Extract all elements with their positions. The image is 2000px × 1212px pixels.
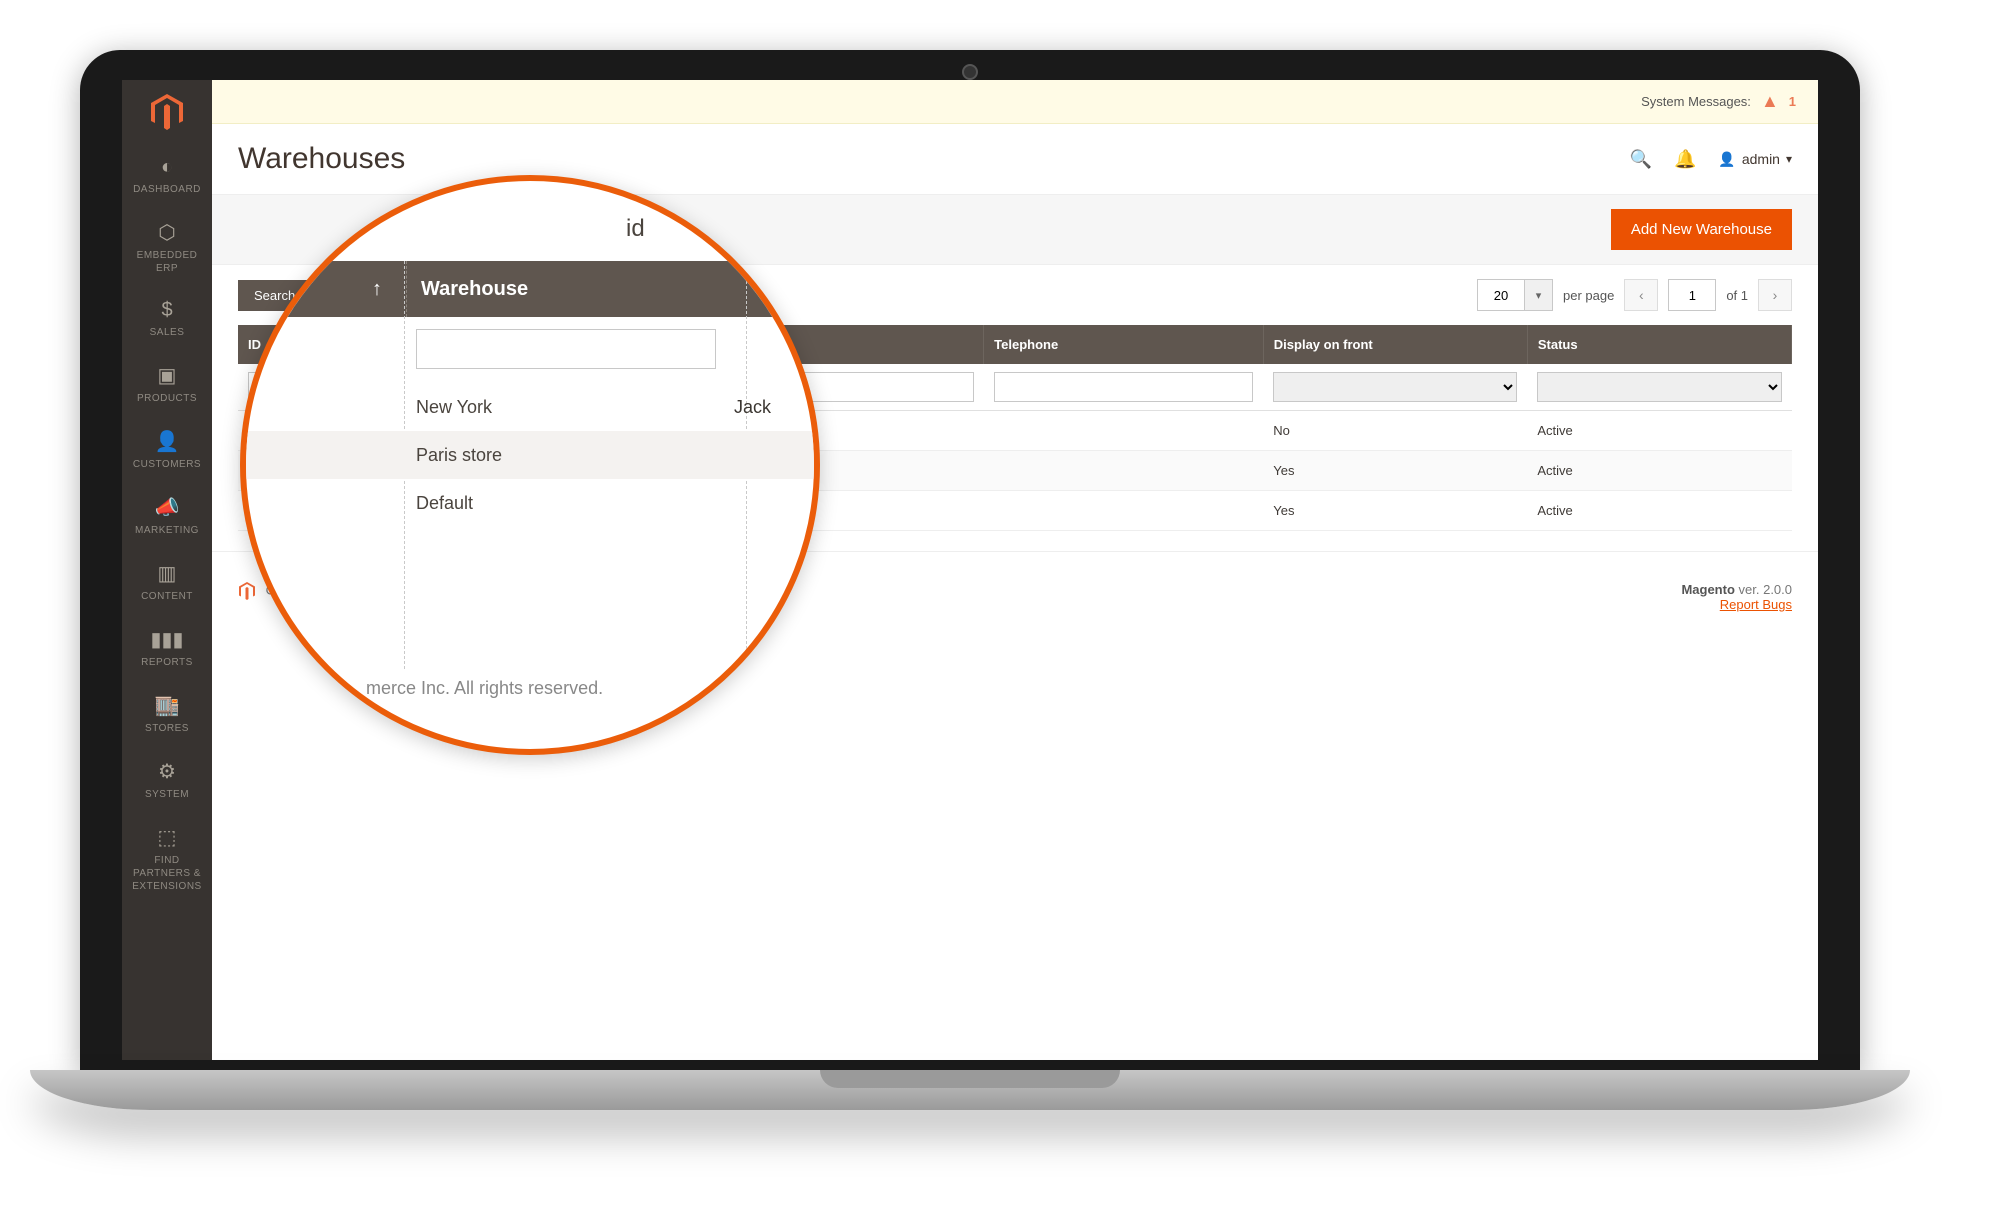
magnifier-lens: id ↑ Warehouse New YorkJack Paris store … <box>240 175 820 755</box>
lens-rows: New YorkJack Paris store Default <box>246 383 814 527</box>
cell-status: Active <box>1527 491 1791 531</box>
cell-status: Active <box>1527 451 1791 491</box>
lens-header: ↑ Warehouse <box>246 261 814 317</box>
camera-icon <box>962 64 978 80</box>
add-warehouse-button[interactable]: Add New Warehouse <box>1611 209 1792 250</box>
megaphone-icon: 📣 <box>126 495 208 520</box>
user-menu[interactable]: 👤 admin ▾ <box>1718 151 1792 168</box>
chevron-down-icon[interactable]: ▾ <box>1525 279 1553 311</box>
cell-telephone <box>984 451 1264 491</box>
system-messages-label: System Messages: <box>1641 94 1751 109</box>
lens-row[interactable]: New YorkJack <box>246 383 814 431</box>
cell-telephone <box>984 491 1264 531</box>
hex-icon: ⬡ <box>126 220 208 245</box>
footer-right: Magento ver. 2.0.0 Report Bugs <box>1681 582 1792 612</box>
header-actions: 🔍 🔔 👤 admin ▾ <box>1630 149 1792 170</box>
col-status[interactable]: Status <box>1527 325 1791 364</box>
sidebar-item-customers[interactable]: 👤 CUSTOMERS <box>122 417 212 483</box>
sidebar-item-label: FIND PARTNERS & EXTENSIONS <box>132 855 201 892</box>
filter-status-select[interactable] <box>1537 372 1781 402</box>
page-title: Warehouses <box>238 142 405 176</box>
sidebar-item-label: REPORTS <box>141 657 193 668</box>
col-telephone[interactable]: Telephone <box>984 325 1264 364</box>
person-icon: 👤 <box>126 429 208 454</box>
sidebar-item-label: EMBEDDED ERP <box>137 250 198 274</box>
magento-logo-icon <box>149 94 185 130</box>
sidebar-item-label: CUSTOMERS <box>133 459 201 470</box>
page-number-input[interactable] <box>1668 279 1716 311</box>
filter-telephone-input[interactable] <box>994 372 1254 402</box>
lens-cell-name: Default <box>416 493 734 514</box>
sort-arrow-icon[interactable]: ↑ <box>246 278 406 301</box>
page-of-label: of 1 <box>1726 288 1748 303</box>
lens-row[interactable]: Default <box>246 479 814 527</box>
chevron-down-icon: ▾ <box>1786 152 1792 166</box>
notifications-icon[interactable]: 🔔 <box>1674 149 1696 170</box>
lens-cell-right: Jack <box>734 397 814 418</box>
cell-display: No <box>1263 411 1527 451</box>
gear-icon: ⚙ <box>126 759 208 784</box>
next-page-button[interactable]: › <box>1758 279 1792 311</box>
layers-icon: ▥ <box>126 561 208 586</box>
lens-cell-name: New York <box>416 397 734 418</box>
sidebar-item-products[interactable]: ▣ PRODUCTS <box>122 351 212 417</box>
sidebar-item-label: SYSTEM <box>145 789 189 800</box>
sidebar-item-sales[interactable]: $ SALES <box>122 287 212 351</box>
sidebar-item-reports[interactable]: ▮▮▮ REPORTS <box>122 615 212 681</box>
magento-logo[interactable] <box>122 80 212 144</box>
cell-telephone <box>984 411 1264 451</box>
sidebar-item-label: CONTENT <box>141 591 193 602</box>
lens-row[interactable]: Paris store <box>246 431 814 479</box>
sidebar-item-label: PRODUCTS <box>137 393 197 404</box>
version-value: ver. 2.0.0 <box>1735 582 1792 597</box>
lens-footer-text: merce Inc. All rights reserved. <box>366 678 603 699</box>
lens-filter-input[interactable] <box>416 329 716 369</box>
per-page-label: per page <box>1563 288 1614 303</box>
sidebar-item-label: MARKETING <box>135 525 199 536</box>
prev-page-button[interactable]: ‹ <box>1624 279 1658 311</box>
cell-display: Yes <box>1263 491 1527 531</box>
user-name: admin <box>1742 151 1780 167</box>
sidebar-item-system[interactable]: ⚙ SYSTEM <box>122 747 212 813</box>
system-messages-count: 1 <box>1789 94 1796 109</box>
search-icon[interactable]: 🔍 <box>1630 149 1652 170</box>
system-messages-bar[interactable]: System Messages: ▲ 1 <box>212 80 1818 124</box>
user-icon: 👤 <box>1718 151 1735 168</box>
storefront-icon: 🏬 <box>126 693 208 718</box>
laptop-base <box>30 1070 1910 1110</box>
version-prefix: Magento <box>1681 582 1734 597</box>
cell-display: Yes <box>1263 451 1527 491</box>
cube-icon: ▣ <box>126 363 208 388</box>
gauge-icon: ◐ <box>126 156 208 179</box>
bars-icon: ▮▮▮ <box>126 627 208 652</box>
sidebar-item-stores[interactable]: 🏬 STORES <box>122 681 212 747</box>
report-bugs-link[interactable]: Report Bugs <box>1720 597 1792 612</box>
sidebar: ◐ DASHBOARD ⬡ EMBEDDED ERP $ SALES ▣ PRODUCT… <box>122 80 212 1060</box>
sidebar-item-label: STORES <box>145 723 189 734</box>
sidebar-item-label: DASHBOARD <box>133 184 201 195</box>
cell-status: Active <box>1527 411 1791 451</box>
lens-warehouse-header[interactable]: Warehouse <box>406 261 528 317</box>
titlebar: Warehouses 🔍 🔔 👤 admin ▾ <box>212 124 1818 188</box>
per-page-select[interactable]: ▾ <box>1477 279 1553 311</box>
lens-cell-name: Paris store <box>416 445 734 466</box>
warning-icon: ▲ <box>1761 91 1779 112</box>
sidebar-item-partners[interactable]: ⬚ FIND PARTNERS & EXTENSIONS <box>122 813 212 905</box>
col-display[interactable]: Display on front <box>1263 325 1527 364</box>
sidebar-item-embedded-erp[interactable]: ⬡ EMBEDDED ERP <box>122 208 212 287</box>
filter-display-select[interactable] <box>1273 372 1517 402</box>
sidebar-item-dashboard[interactable]: ◐ DASHBOARD <box>122 144 212 208</box>
sidebar-item-marketing[interactable]: 📣 MARKETING <box>122 483 212 549</box>
sidebar-item-label: SALES <box>150 327 185 338</box>
per-page-input[interactable] <box>1477 279 1525 311</box>
lens-id-fragment: id <box>626 215 645 243</box>
boxes-icon: ⬚ <box>126 825 208 850</box>
sidebar-item-content[interactable]: ▥ CONTENT <box>122 549 212 615</box>
dollar-icon: $ <box>126 299 208 322</box>
